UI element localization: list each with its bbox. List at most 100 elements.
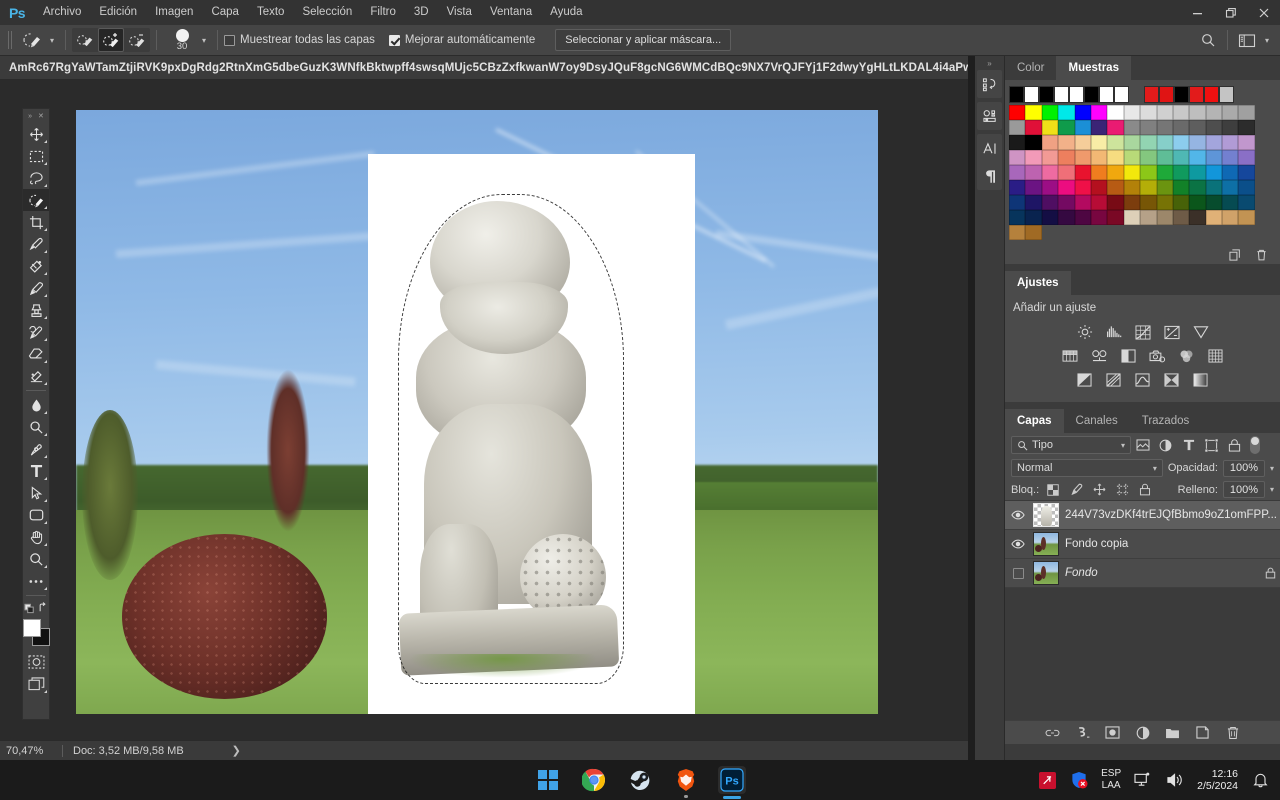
zoom-tool[interactable] (23, 548, 49, 570)
swatch-2-11[interactable] (1222, 135, 1239, 150)
swatch-5-12[interactable] (1041, 195, 1059, 210)
delete-layer-icon[interactable] (1224, 724, 1241, 741)
swatch-2-3[interactable] (1090, 135, 1108, 150)
swatch-5-11[interactable] (1025, 195, 1042, 210)
chevron-right-icon[interactable]: ❯ (232, 744, 241, 757)
swatch-4-11[interactable] (1009, 180, 1026, 195)
new-swatch-icon[interactable] (1226, 247, 1243, 264)
swatch-5-14[interactable] (1074, 195, 1091, 210)
tab-canales[interactable]: Canales (1064, 409, 1130, 433)
restore-icon[interactable] (1214, 0, 1247, 25)
recent-swatch-5[interactable] (1084, 86, 1099, 103)
swatch-0-2[interactable] (1041, 105, 1059, 120)
swatch-6-3[interactable] (1156, 195, 1173, 210)
blend-mode-select[interactable]: Normal ▾ (1011, 459, 1163, 477)
menu-texto[interactable]: Texto (248, 0, 294, 25)
swatch-3-12[interactable] (1009, 165, 1026, 180)
swatch-6-7[interactable] (1222, 195, 1239, 210)
layer-filter-type-select[interactable]: Tipo ▾ (1011, 436, 1131, 454)
menu-3d[interactable]: 3D (405, 0, 438, 25)
swatch-6-15[interactable] (1107, 210, 1124, 225)
rectangle-tool[interactable] (23, 504, 49, 526)
swatch-0-9[interactable] (1156, 105, 1173, 120)
foreground-background-colors[interactable] (23, 619, 50, 646)
google-chrome-icon[interactable] (580, 766, 608, 794)
swatch-5-7[interactable] (1205, 180, 1223, 195)
lock-all-icon[interactable] (1136, 479, 1154, 501)
swatch-6-13[interactable] (1074, 210, 1091, 225)
paragraph-panel-icon[interactable] (977, 162, 1003, 190)
swatch-0-11[interactable] (1189, 105, 1206, 120)
swatch-4-8[interactable] (1205, 165, 1223, 180)
swatch-0-15[interactable] (1009, 120, 1026, 135)
threshold-icon[interactable] (1133, 371, 1153, 389)
canvas-area[interactable] (0, 80, 968, 740)
swatch-2-0[interactable] (1041, 135, 1059, 150)
layer-mask-icon[interactable] (1104, 724, 1121, 741)
swatch-0-12[interactable] (1205, 105, 1223, 120)
swatch-4-1[interactable] (1090, 165, 1108, 180)
swatch-0-1[interactable] (1025, 105, 1042, 120)
swatch-0-14[interactable] (1238, 105, 1255, 120)
swatch-0-13[interactable] (1222, 105, 1239, 120)
swatch-7-5[interactable] (1205, 210, 1223, 225)
photoshop-icon[interactable]: Ps (718, 766, 746, 799)
lock-transparent-pixels-icon[interactable] (1044, 479, 1062, 501)
exposure-icon[interactable] (1162, 323, 1182, 341)
swatch-7-2[interactable] (1156, 210, 1173, 225)
swatch-3-6[interactable] (1156, 150, 1173, 165)
swatch-5-0[interactable] (1090, 180, 1108, 195)
minimize-icon[interactable] (1181, 0, 1214, 25)
color-lookup-icon[interactable] (1205, 347, 1225, 365)
swatch-6-10[interactable] (1025, 210, 1042, 225)
crop-tool[interactable] (23, 211, 49, 233)
brush-options-chevron-icon[interactable]: ▾ (197, 28, 211, 52)
menu-vista[interactable]: Vista (438, 0, 481, 25)
zoom-level-value[interactable]: 70,47% (0, 745, 62, 757)
swatch-1-12[interactable] (1222, 120, 1239, 135)
swatch-1-3[interactable] (1074, 120, 1091, 135)
recent-swatch-0[interactable] (1009, 86, 1024, 103)
swatch-3-14[interactable] (1041, 165, 1059, 180)
lock-image-pixels-icon[interactable] (1067, 479, 1085, 501)
windows-start-icon[interactable] (534, 766, 562, 794)
swatch-0-7[interactable] (1123, 105, 1141, 120)
swatch-4-0[interactable] (1074, 165, 1091, 180)
swatch-1-15[interactable] (1025, 135, 1042, 150)
menu-capa[interactable]: Capa (202, 0, 248, 25)
swatch-1-10[interactable] (1189, 120, 1206, 135)
recent-swatches-row[interactable] (1005, 80, 1280, 105)
move-tool[interactable] (23, 123, 49, 145)
swatch-4-15[interactable] (1074, 180, 1091, 195)
foreground-color-swatch[interactable] (23, 619, 41, 637)
network-icon[interactable] (1133, 770, 1153, 790)
swatch-3-1[interactable] (1074, 150, 1091, 165)
quick-selection-tool[interactable] (23, 189, 49, 211)
swatch-4-5[interactable] (1156, 165, 1173, 180)
recent-swatch-13[interactable] (1204, 86, 1219, 103)
swatch-5-4[interactable] (1156, 180, 1173, 195)
volume-icon[interactable] (1165, 770, 1185, 790)
filter-adjustment-icon[interactable] (1154, 434, 1177, 456)
eyedropper-tool[interactable] (23, 233, 49, 255)
swatch-2-14[interactable] (1025, 150, 1042, 165)
rectangular-marquee-tool[interactable] (23, 145, 49, 167)
swatch-2-10[interactable] (1205, 135, 1223, 150)
document-canvas[interactable] (76, 110, 878, 714)
swatch-3-8[interactable] (1189, 150, 1206, 165)
recent-swatch-10[interactable] (1159, 86, 1174, 103)
layer-style-icon[interactable] (1074, 724, 1091, 741)
swatch-3-7[interactable] (1172, 150, 1190, 165)
swatch-6-12[interactable] (1058, 210, 1075, 225)
swatch-2-9[interactable] (1189, 135, 1206, 150)
menu-imagen[interactable]: Imagen (146, 0, 202, 25)
quick-selection-tool-preset-icon[interactable] (19, 28, 45, 52)
recent-swatch-14[interactable] (1219, 86, 1234, 103)
delete-swatch-icon[interactable] (1253, 247, 1270, 264)
layer-row-1[interactable]: Fondo copia (1005, 530, 1280, 559)
gradient-tool[interactable] (23, 365, 49, 387)
vibrance-icon[interactable] (1191, 323, 1211, 341)
lock-artboard-icon[interactable] (1113, 479, 1131, 501)
swatch-2-1[interactable] (1058, 135, 1075, 150)
windows-security-icon[interactable] (1069, 770, 1089, 790)
